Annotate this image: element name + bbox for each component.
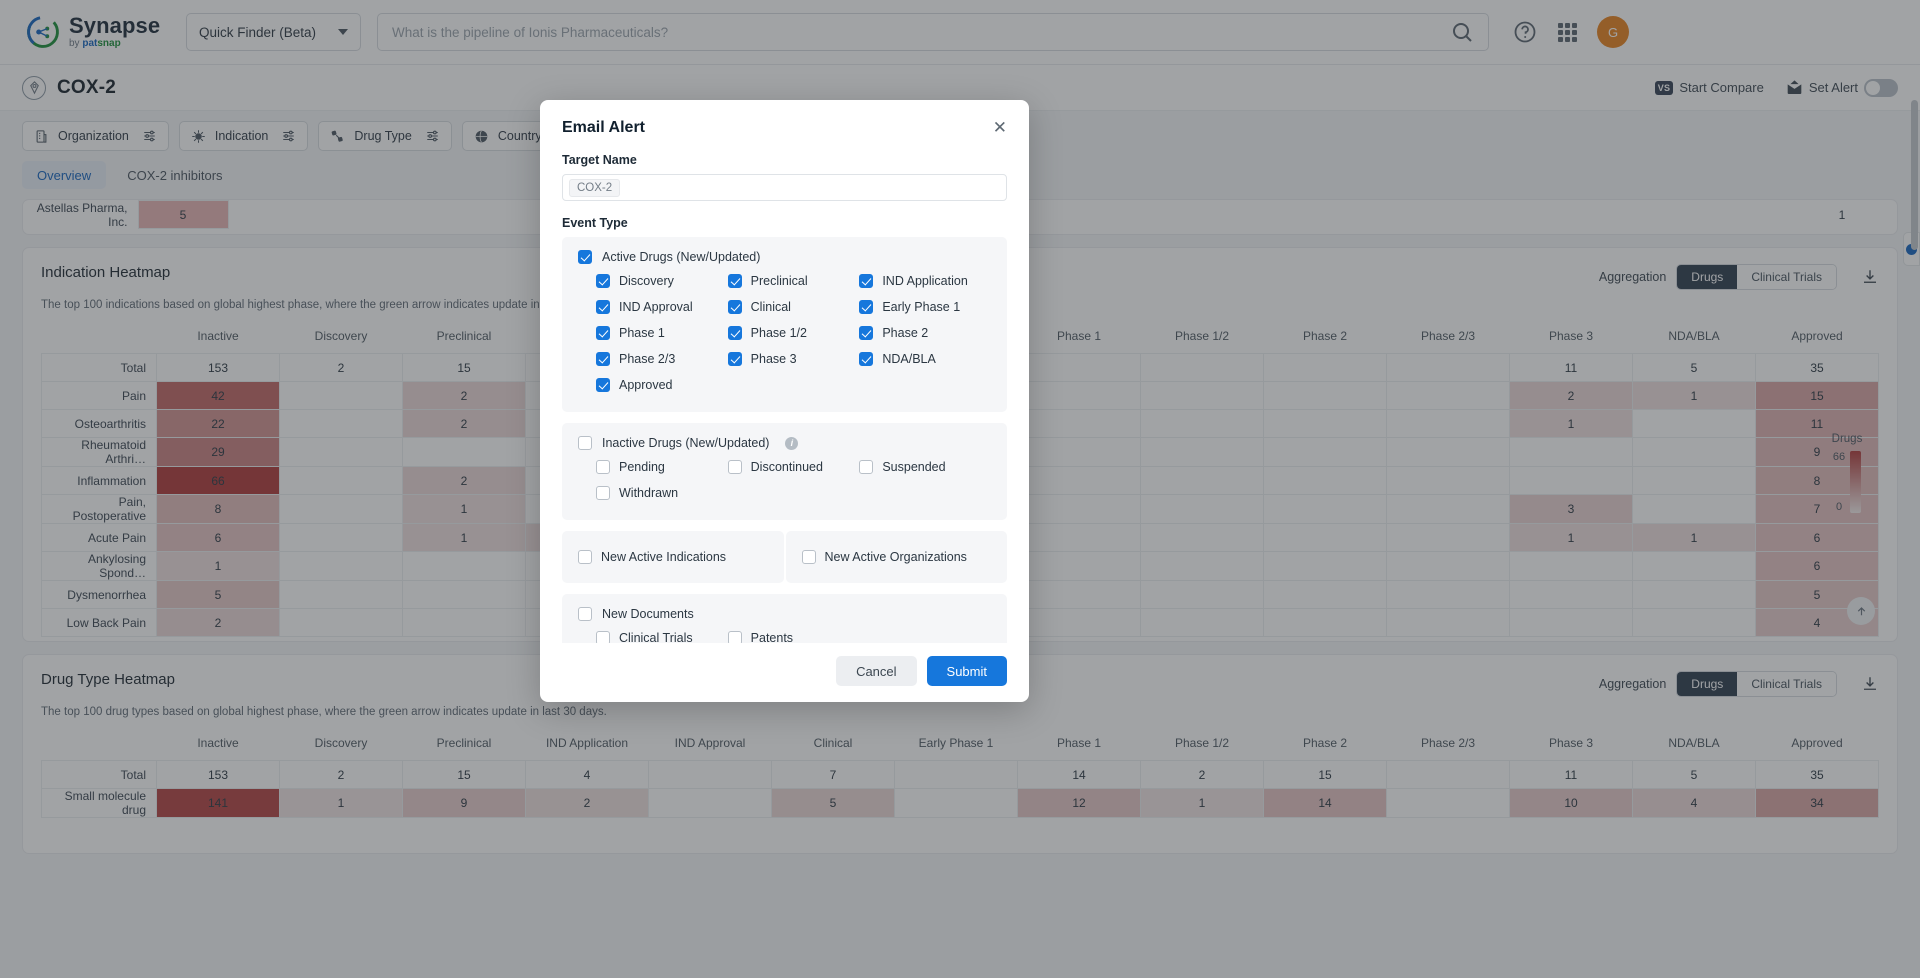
checkbox-label: Phase 2/3 <box>619 352 676 366</box>
checkbox-nda-bla[interactable] <box>859 352 874 366</box>
checkbox-label: Discontinued <box>750 460 823 474</box>
checkbox-label: Phase 2 <box>882 326 929 340</box>
checkbox-clinical[interactable] <box>727 300 742 314</box>
checkbox-phase-2-3[interactable] <box>596 352 610 366</box>
checkbox-item[interactable]: Phase 2/3 <box>596 346 728 372</box>
standalone-option[interactable]: New Active Organizations <box>785 531 1007 583</box>
checkbox-item[interactable]: Clinical <box>727 294 860 320</box>
checkbox-active-drugs[interactable] <box>578 250 592 264</box>
checkbox-item[interactable]: Withdrawn <box>596 480 728 506</box>
group-header-checkbox[interactable]: Inactive Drugs (New/Updated) i <box>578 436 991 450</box>
checkbox-item[interactable]: Discontinued <box>727 454 860 480</box>
checkbox-item[interactable]: IND Application <box>859 268 991 294</box>
standalone-options: New Active Indications New Active Organiz… <box>562 531 1007 583</box>
checkbox-phase-1-2[interactable] <box>727 326 742 340</box>
close-icon[interactable]: ✕ <box>993 119 1007 136</box>
checkbox-label: IND Approval <box>619 300 693 314</box>
target-name-label: Target Name <box>562 153 637 167</box>
checkbox-label: New Active Organizations <box>824 550 967 564</box>
checkbox-approved[interactable] <box>596 378 610 392</box>
checkbox-label: Withdrawn <box>619 486 679 500</box>
group-header-checkbox[interactable]: Active Drugs (New/Updated) <box>578 250 991 264</box>
group-header-label: Inactive Drugs (New/Updated) <box>602 436 770 450</box>
checkbox-item[interactable]: Pending <box>596 454 728 480</box>
checkbox-item[interactable]: New Active Indications <box>578 544 726 570</box>
checkbox-item[interactable]: Patents <box>727 625 860 643</box>
checkbox-phase-2[interactable] <box>859 326 874 340</box>
checkbox-ind-application[interactable] <box>859 274 874 288</box>
event-type-label: Event Type <box>562 216 628 230</box>
checkbox-preclinical[interactable] <box>727 274 742 288</box>
checkbox-phase-3[interactable] <box>727 352 742 366</box>
standalone-option[interactable]: New Active Indications <box>562 531 784 583</box>
checkbox-item[interactable]: Clinical Trials <box>596 625 728 643</box>
checkbox-item[interactable]: NDA/BLA <box>859 346 991 372</box>
group-active-drugs: Active Drugs (New/Updated) Discovery Precl… <box>562 237 1007 412</box>
group-header-label: Active Drugs (New/Updated) <box>602 250 761 264</box>
checkbox-new-documents[interactable] <box>578 607 592 621</box>
checkbox-pending[interactable] <box>596 460 610 474</box>
checkbox-label: Discovery <box>619 274 674 288</box>
checkbox-item[interactable]: Phase 3 <box>727 346 860 372</box>
checkbox-item[interactable]: Preclinical <box>727 268 860 294</box>
checkbox-item[interactable]: Phase 1/2 <box>727 320 860 346</box>
group-checkbox-grid: Discovery Preclinical IND Application IND A… <box>578 268 991 398</box>
checkbox-early-phase-1[interactable] <box>859 300 874 314</box>
checkbox-label: Patents <box>750 631 794 643</box>
checkbox-withdrawn[interactable] <box>596 486 610 500</box>
group-new-documents: New Documents Clinical Trials Patents <box>562 594 1007 643</box>
group-header-label: New Documents <box>602 607 694 621</box>
group-checkbox-grid: Pending Discontinued Suspended Withdrawn <box>578 454 991 506</box>
checkbox-suspended[interactable] <box>859 460 874 474</box>
checkbox-phase-1[interactable] <box>596 326 610 340</box>
checkbox-label: IND Application <box>882 274 968 288</box>
checkbox-item[interactable]: Approved <box>596 372 728 398</box>
checkbox-inactive-drugs[interactable] <box>578 436 592 450</box>
checkbox-item[interactable]: Early Phase 1 <box>859 294 991 320</box>
group-header-checkbox[interactable]: New Documents <box>578 607 991 621</box>
checkbox-patents[interactable] <box>727 631 742 643</box>
checkbox-clinical-trials[interactable] <box>596 631 610 643</box>
cancel-button[interactable]: Cancel <box>836 656 917 686</box>
modal-footer: Cancel Submit <box>540 643 1029 702</box>
checkbox-item[interactable]: Phase 2 <box>859 320 991 346</box>
app-root: Synapse by patsnap Quick Finder (Beta) W… <box>0 0 1920 978</box>
checkbox-label: Phase 3 <box>750 352 797 366</box>
checkbox-item[interactable]: IND Approval <box>596 294 728 320</box>
group-inactive-drugs: Inactive Drugs (New/Updated) i Pending Disc… <box>562 423 1007 520</box>
checkbox-item[interactable]: Phase 1 <box>596 320 728 346</box>
checkbox-discovery[interactable] <box>596 274 610 288</box>
target-name-chip: COX-2 <box>569 178 621 197</box>
modal-header: Email Alert ✕ <box>540 100 1029 137</box>
checkbox-item[interactable]: Suspended <box>859 454 991 480</box>
checkbox-label: Approved <box>619 378 673 392</box>
checkbox-ind-approval[interactable] <box>596 300 610 314</box>
checkbox-new-active-indications[interactable] <box>578 550 592 564</box>
checkbox-label: Early Phase 1 <box>882 300 961 314</box>
group-checkbox-grid: Clinical Trials Patents <box>578 625 991 643</box>
info-icon[interactable]: i <box>785 436 799 450</box>
checkbox-label: Pending <box>619 460 665 474</box>
submit-button[interactable]: Submit <box>926 656 1007 686</box>
target-name-input[interactable]: COX-2 <box>562 174 1007 201</box>
email-alert-modal: Email Alert ✕ Target Name COX-2 Event Ty… <box>540 100 1029 702</box>
checkbox-label: Preclinical <box>750 274 808 288</box>
checkbox-label: NDA/BLA <box>882 352 936 366</box>
checkbox-label: New Active Indications <box>601 550 727 564</box>
checkbox-label: Phase 1 <box>619 326 665 340</box>
checkbox-label: Suspended <box>882 460 946 474</box>
event-type-groups: Active Drugs (New/Updated) Discovery Precl… <box>562 237 1007 643</box>
checkbox-item[interactable]: Discovery <box>596 268 728 294</box>
modal-title: Email Alert <box>562 119 645 136</box>
checkbox-label: Clinical <box>750 300 791 314</box>
checkbox-item[interactable]: New Active Organizations <box>801 544 967 570</box>
checkbox-label: Clinical Trials <box>619 631 693 643</box>
checkbox-new-active-organizations[interactable] <box>801 550 816 564</box>
checkbox-discontinued[interactable] <box>727 460 742 474</box>
checkbox-label: Phase 1/2 <box>750 326 807 340</box>
modal-body: Target Name COX-2 Event Type Active Drug… <box>540 137 1029 643</box>
